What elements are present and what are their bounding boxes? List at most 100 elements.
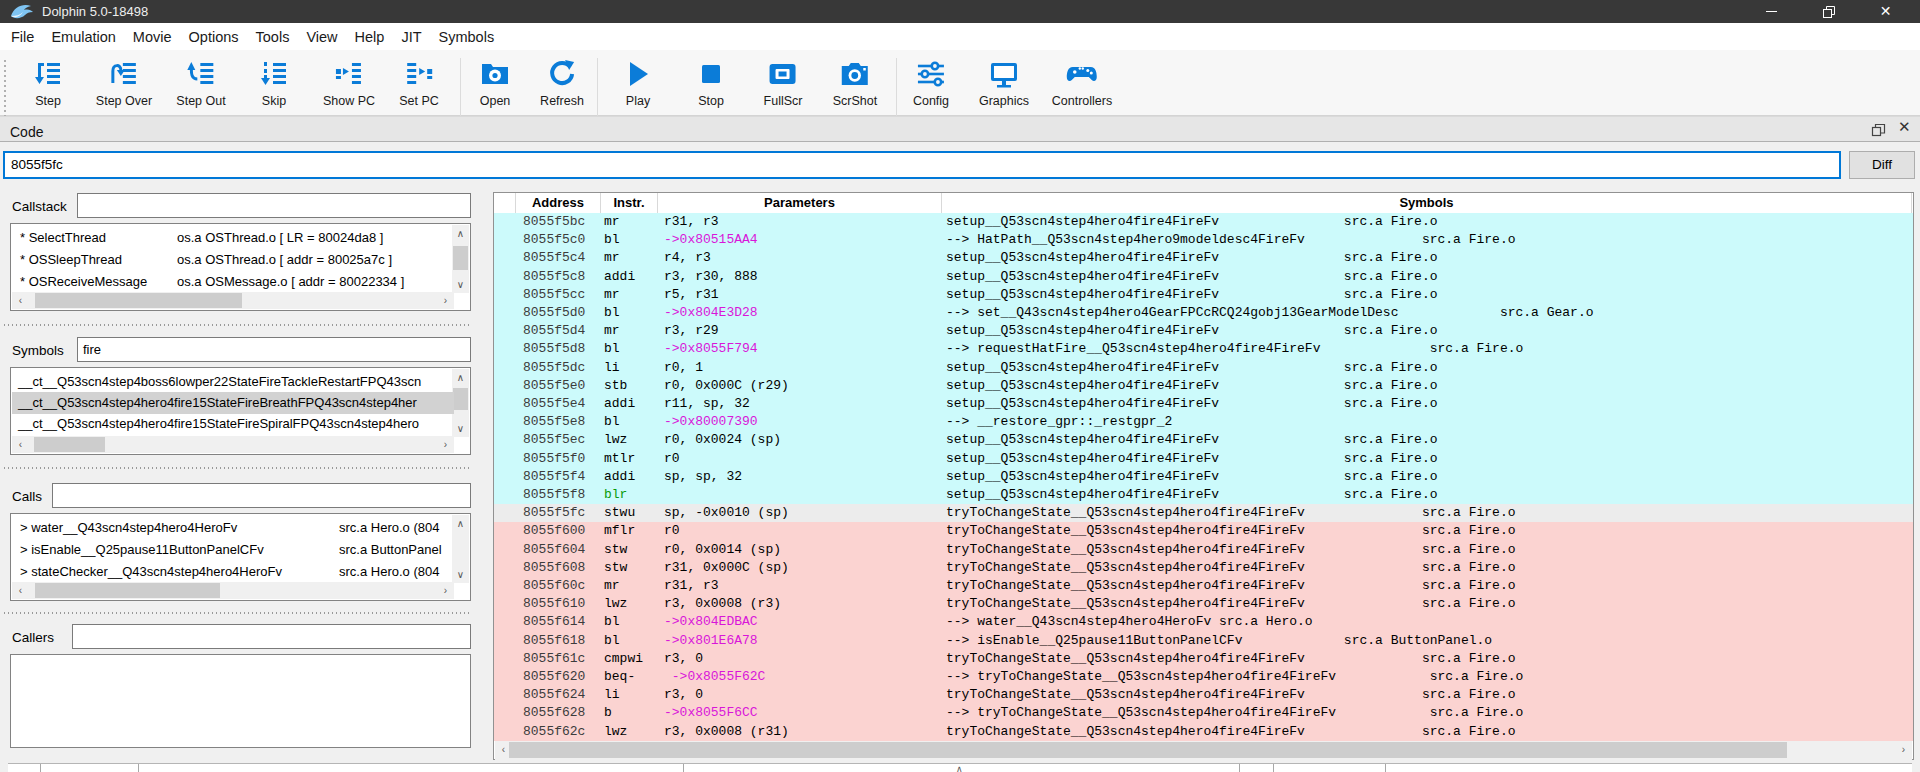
menu-item-view[interactable]: View — [306, 29, 337, 45]
menu-item-jit[interactable]: JIT — [401, 29, 421, 45]
scroll-down-icon[interactable]: ∨ — [452, 420, 469, 437]
toolbar-button-step-out[interactable]: Step Out — [176, 57, 225, 108]
scroll-right-icon[interactable]: › — [1895, 741, 1912, 758]
callstack-item[interactable]: * SelectThreados.a OSThread.o [ LR = 800… — [12, 227, 454, 249]
scroll-right-icon[interactable]: › — [437, 292, 454, 309]
code-row[interactable]: 8055f61ccmpwir3, 0tryToChangeState__Q53s… — [494, 650, 1913, 668]
call-item[interactable]: > water__Q43scn4step4hero4HeroFvsrc.a He… — [12, 517, 454, 539]
code-row[interactable]: 8055f5d4mrr3, r29setup__Q53scn4step4hero… — [494, 322, 1913, 340]
menu-item-options[interactable]: Options — [189, 29, 239, 45]
column-header-instr[interactable]: Instr. — [601, 193, 658, 213]
symbols-hscrollbar[interactable]: ‹ › — [12, 436, 454, 453]
splitter-handle[interactable] — [4, 612, 471, 614]
maximize-button[interactable] — [1800, 0, 1857, 23]
close-button[interactable]: ✕ — [1857, 0, 1914, 23]
code-row[interactable]: 8055f5dclir0, 1setup__Q53scn4step4hero4f… — [494, 359, 1913, 377]
code-row[interactable]: 8055f5bcmrr31, r3setup__Q53scn4step4hero… — [494, 213, 1913, 231]
callstack-vscrollbar[interactable]: ∧ ∨ — [452, 225, 469, 293]
column-header-parameters[interactable]: Parameters — [658, 193, 942, 213]
symbols-filter-input[interactable]: fire — [77, 337, 471, 362]
code-row[interactable]: 8055f5d0bl->0x804E3D28--> set__Q43scn4st… — [494, 304, 1913, 322]
float-panel-icon[interactable] — [1871, 123, 1886, 137]
code-row[interactable]: 8055f5e0stbr0, 0x000C (r29)setup__Q53scn… — [494, 377, 1913, 395]
toolbar-button-open[interactable]: Open — [478, 57, 512, 108]
symbol-item[interactable]: __ct__Q53scn4step4hero4fire15StateFireBr… — [12, 392, 454, 414]
column-header-symbols[interactable]: Symbols — [942, 193, 1912, 213]
toolbar-button-fullscr[interactable]: FullScr — [764, 57, 803, 108]
calls-vscrollbar[interactable]: ∧ ∨ — [452, 515, 469, 583]
scroll-right-icon[interactable]: › — [437, 436, 454, 453]
symbol-item[interactable]: __ct__Q53scn4step4boss6lowper22StateFire… — [12, 371, 454, 393]
menu-item-movie[interactable]: Movie — [133, 29, 172, 45]
splitter-handle[interactable] — [4, 324, 471, 326]
code-row[interactable]: 8055f5c0bl->0x80515AA4--> HatPath__Q53sc… — [494, 231, 1913, 249]
calls-filter-input[interactable] — [52, 483, 471, 508]
diff-button[interactable]: Diff — [1849, 151, 1915, 179]
scroll-left-icon[interactable]: ‹ — [12, 292, 29, 309]
symbols-vscrollbar[interactable]: ∧ ∨ — [452, 369, 469, 437]
toolbar-button-config[interactable]: Config — [913, 57, 949, 108]
scroll-down-icon[interactable]: ∨ — [452, 276, 469, 293]
calls-hscrollbar[interactable]: ‹ › — [12, 582, 454, 599]
menu-item-file[interactable]: File — [11, 29, 34, 45]
panel-close-icon[interactable]: ✕ — [1898, 118, 1911, 136]
code-row[interactable]: 8055f614bl->0x804EDBAC--> water__Q43scn4… — [494, 613, 1913, 631]
code-row[interactable]: 8055f628b->0x8055F6CC--> tryToChangeStat… — [494, 704, 1913, 722]
toolbar-button-refresh[interactable]: Refresh — [540, 57, 584, 108]
address-search-input[interactable]: 8055f5fc — [3, 151, 1841, 179]
scroll-up-icon[interactable]: ∧ — [452, 369, 469, 386]
callstack-hscrollbar[interactable]: ‹ › — [12, 292, 454, 309]
scroll-left-icon[interactable]: ‹ — [12, 436, 29, 453]
toolbar-button-stop[interactable]: Stop — [694, 57, 728, 108]
code-row[interactable]: 8055f608stwr31, 0x000C (sp)tryToChangeSt… — [494, 559, 1913, 577]
scroll-up-icon[interactable]: ∧ — [452, 515, 469, 532]
menu-item-emulation[interactable]: Emulation — [51, 29, 115, 45]
code-row[interactable]: 8055f604stwr0, 0x0014 (sp)tryToChangeSta… — [494, 541, 1913, 559]
code-row[interactable]: 8055f5f8blrsetup__Q53scn4step4hero4fire4… — [494, 486, 1913, 504]
call-item[interactable]: > isEnable__Q25pause11ButtonPanelCFvsrc.… — [12, 539, 454, 561]
code-row[interactable]: 8055f62clwzr3, 0x0008 (r31)tryToChangeSt… — [494, 723, 1913, 741]
code-row[interactable]: 8055f610lwzr3, 0x0008 (r3)tryToChangeSta… — [494, 595, 1913, 613]
minimize-button[interactable] — [1743, 0, 1800, 23]
code-row[interactable]: 8055f5e8bl->0x80007390--> __restore_gpr:… — [494, 413, 1913, 431]
callstack-filter-input[interactable] — [77, 193, 471, 218]
code-row[interactable]: 8055f600mflrr0tryToChangeState__Q53scn4s… — [494, 522, 1913, 540]
toolbar-button-controllers[interactable]: Controllers — [1052, 57, 1112, 108]
code-row[interactable]: 8055f5c8addir3, r30, 888setup__Q53scn4st… — [494, 268, 1913, 286]
toolbar-button-step[interactable]: Step — [31, 57, 65, 108]
toolbar-button-scrshot[interactable]: ScrShot — [833, 57, 877, 108]
code-row[interactable]: 8055f5e4addir11, sp, 32setup__Q53scn4ste… — [494, 395, 1913, 413]
scroll-down-icon[interactable]: ∨ — [452, 566, 469, 583]
toolbar-button-step-over[interactable]: Step Over — [96, 57, 152, 108]
code-row[interactable]: 8055f5ccmrr5, r31setup__Q53scn4step4hero… — [494, 286, 1913, 304]
code-row[interactable]: 8055f620beq- ->0x8055F62C--> tryToChange… — [494, 668, 1913, 686]
code-row[interactable]: 8055f5eclwzr0, 0x0024 (sp)setup__Q53scn4… — [494, 431, 1913, 449]
code-row[interactable]: 8055f5f4addisp, sp, 32setup__Q53scn4step… — [494, 468, 1913, 486]
code-row[interactable]: 8055f618bl->0x801E6A78--> isEnable__Q25p… — [494, 632, 1913, 650]
callstack-item[interactable]: * OSReceiveMessageos.a OSMessage.o [ add… — [12, 271, 454, 293]
column-header-address[interactable]: Address — [516, 193, 601, 213]
menu-item-symbols[interactable]: Symbols — [439, 29, 495, 45]
toolbar-button-show-pc[interactable]: Show PC — [323, 57, 375, 108]
toolbar-button-graphics[interactable]: Graphics — [979, 57, 1029, 108]
toolbar-button-skip[interactable]: Skip — [257, 57, 291, 108]
scroll-right-icon[interactable]: › — [437, 582, 454, 599]
scroll-left-icon[interactable]: ‹ — [12, 582, 29, 599]
code-row[interactable]: 8055f5d8bl->0x8055F794--> requestHatFire… — [494, 340, 1913, 358]
code-row[interactable]: 8055f624lir3, 0tryToChangeState__Q53scn4… — [494, 686, 1913, 704]
toolbar-grip[interactable] — [4, 60, 6, 116]
callstack-item[interactable]: * OSSleepThreados.a OSThread.o [ addr = … — [12, 249, 454, 271]
code-row[interactable]: 8055f5fcstwusp, -0x0010 (sp)tryToChangeS… — [494, 504, 1913, 522]
call-item[interactable]: > stateChecker__Q43scn4step4hero4HeroFvs… — [12, 561, 454, 583]
symbol-item[interactable]: __ct__Q53scn4step4hero4fire15StateFireSp… — [12, 413, 454, 435]
scroll-up-icon[interactable]: ∧ — [452, 225, 469, 242]
menu-item-help[interactable]: Help — [355, 29, 385, 45]
splitter-handle[interactable] — [4, 467, 471, 469]
code-row[interactable]: 8055f5c4mrr4, r3setup__Q53scn4step4hero4… — [494, 249, 1913, 267]
code-view-hscrollbar[interactable]: ‹ › — [495, 741, 1912, 761]
toolbar-button-set-pc[interactable]: Set PC — [399, 57, 439, 108]
code-row[interactable]: 8055f60cmrr31, r3tryToChangeState__Q53sc… — [494, 577, 1913, 595]
menu-item-tools[interactable]: Tools — [256, 29, 290, 45]
toolbar-button-play[interactable]: Play — [621, 57, 655, 108]
callers-filter-input[interactable] — [72, 624, 471, 649]
